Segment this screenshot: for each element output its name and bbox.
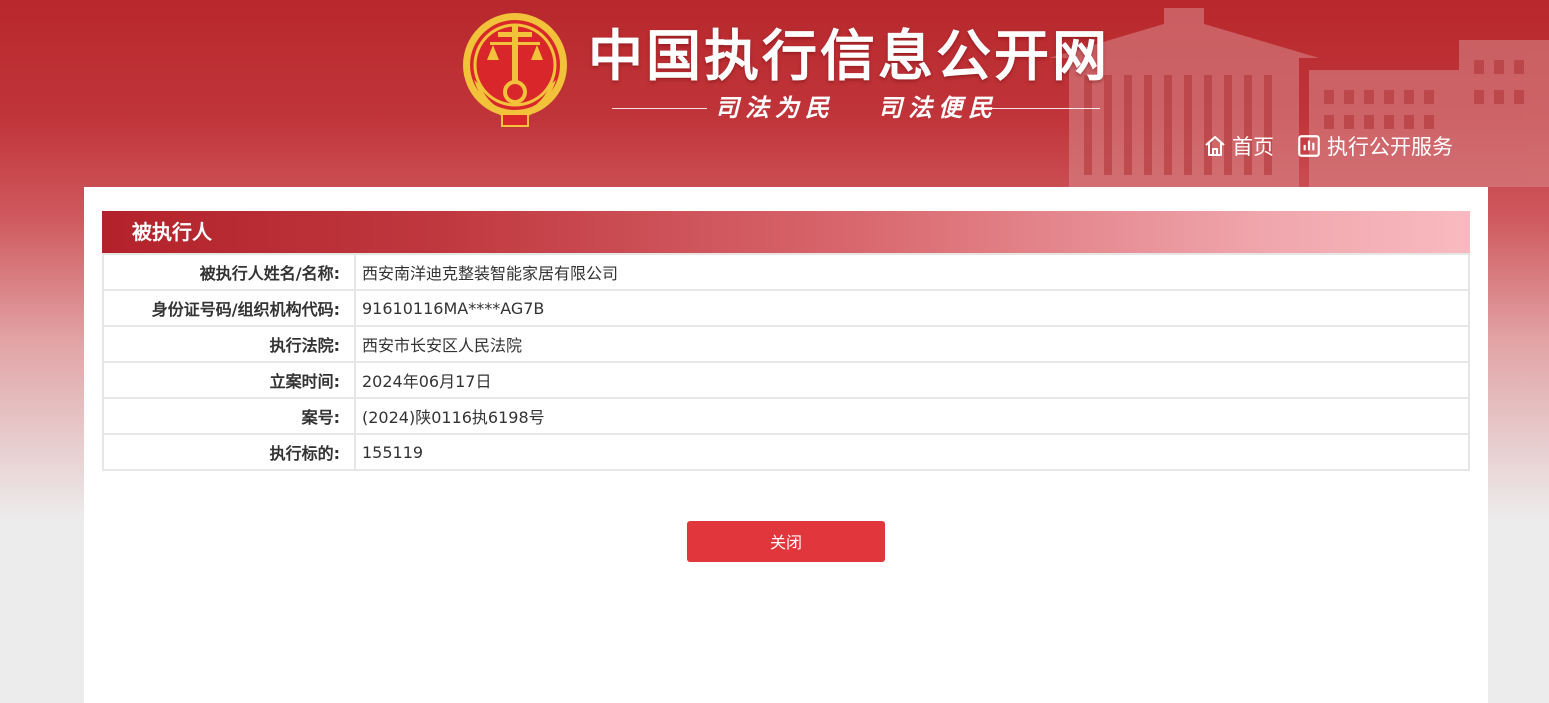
slogan-divider-left [612, 108, 707, 109]
name-label: 被执行人姓名/名称: [102, 253, 356, 291]
site-title: 中国执行信息公开网 [588, 24, 1111, 88]
case-number-label: 案号: [102, 397, 356, 435]
judgment-debtor-table: 被执行人姓名/名称: 西安南洋迪克整装智能家居有限公司 身份证号码/组织机构代码… [102, 253, 1470, 471]
table-row: 执行法院: 西安市长安区人民法院 [102, 325, 1470, 363]
slogan-divider-right [990, 108, 1100, 109]
section-title: 被执行人 [132, 220, 212, 244]
nav-home-link[interactable]: 首页 [1203, 130, 1274, 162]
home-icon [1205, 136, 1225, 156]
name-value: 西安南洋迪克整装智能家居有限公司 [354, 253, 1470, 291]
case-number-value: (2024)陕0116执6198号 [354, 397, 1470, 435]
table-row: 执行标的: 155119 [102, 433, 1470, 471]
court-value: 西安市长安区人民法院 [354, 325, 1470, 363]
site-slogan: 司法为民 司法便民 [715, 93, 999, 122]
filing-date-value: 2024年06月17日 [354, 361, 1470, 399]
national-court-emblem-icon [463, 13, 567, 127]
table-row: 被执行人姓名/名称: 西安南洋迪克整装智能家居有限公司 [102, 253, 1470, 291]
site-header: 中国执行信息公开网 司法为民 司法便民 首页 执行公开服务 [0, 0, 1549, 187]
section-header: 被执行人 [102, 211, 1470, 253]
detail-panel: 被执行人 被执行人姓名/名称: 西安南洋迪克整装智能家居有限公司 身份证号码/组… [84, 187, 1488, 703]
bar-chart-icon [1298, 135, 1320, 157]
close-button[interactable]: 关闭 [687, 521, 885, 562]
id-code-label: 身份证号码/组织机构代码: [102, 289, 356, 327]
execution-amount-value: 155119 [354, 433, 1470, 471]
filing-date-label: 立案时间: [102, 361, 356, 399]
id-code-value: 91610116MA****AG7B [354, 289, 1470, 327]
nav-execution-service-label: 执行公开服务 [1327, 135, 1453, 159]
table-row: 案号: (2024)陕0116执6198号 [102, 397, 1470, 435]
table-row: 身份证号码/组织机构代码: 91610116MA****AG7B [102, 289, 1470, 327]
nav-home-label: 首页 [1232, 135, 1274, 159]
execution-amount-label: 执行标的: [102, 433, 356, 471]
nav-execution-service-link[interactable]: 执行公开服务 [1296, 130, 1453, 162]
court-label: 执行法院: [102, 325, 356, 363]
table-row: 立案时间: 2024年06月17日 [102, 361, 1470, 399]
